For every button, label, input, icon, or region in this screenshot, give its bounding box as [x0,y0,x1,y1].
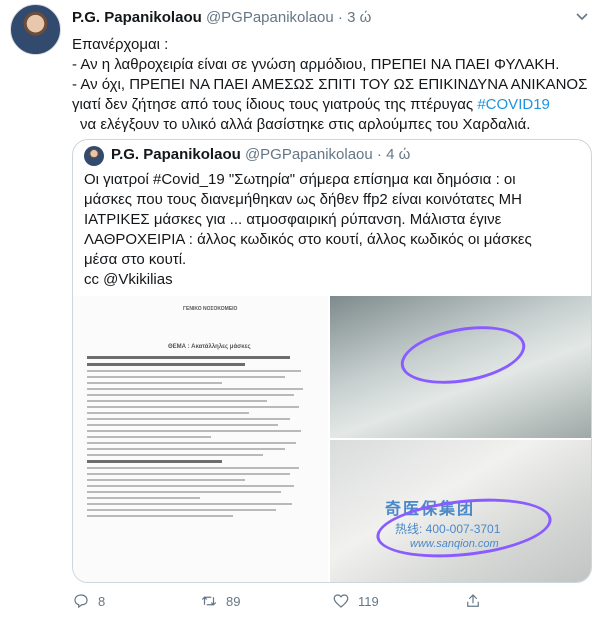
doc-subject: ΘΕΜΑ : Ακατάλληλες μάσκες [168,344,251,350]
share-icon [467,594,479,607]
share-button[interactable] [464,592,482,610]
quoted-text: Οι γιατροί #Covid_19 "Σωτηρία" σήμερα επ… [84,170,584,290]
author-name[interactable]: P.G. Papanikolaou [72,9,202,26]
quoted-line: cc @Vkikilias [84,271,173,288]
tweet-line: - Αν η λαθροχειρία είναι σε γνώση αρμόδι… [72,56,560,73]
author-handle[interactable]: @PGPapanikolaou [206,9,334,26]
tweet-line-text: γιατί δεν ζήτησε από τους ίδιους τους γι… [72,96,478,113]
quoted-line: μέσα στο κουτί. [84,251,187,268]
tweet-header: P.G. Papanikolaou @PGPapanikolaou · 3 ώ [72,9,371,26]
mask-box-photo[interactable] [330,296,591,438]
hashtag-link[interactable]: #COVID19 [477,96,550,113]
quoted-line: μάσκες που τους διανεμήθηκαν ως δήθεν ff… [84,191,522,208]
quoted-avatar [84,146,104,166]
retweet-button[interactable]: 89 [200,592,240,610]
mask-package-photo[interactable]: 奇医保集团 热线: 400-007-3701 www.sanqion.com [330,440,591,582]
quoted-tweet[interactable]: P.G. Papanikolaou @PGPapanikolaou · 4 ώ … [72,139,592,583]
tweet-line: γιατί δεν ζήτησε από τους ίδιους τους γι… [72,95,592,115]
like-button[interactable]: 119 [332,592,379,610]
separator: · [337,9,343,26]
media-grid: ΓΕΝΙΚΟ ΝΟΣΟΚΟΜΕΙΟ ΘΕΜΑ : Ακατάλληλες μάσ… [73,296,591,582]
document-lines [87,356,312,521]
quoted-line: Οι γιατροί #Covid_19 "Σωτηρία" σήμερα επ… [84,171,516,188]
quoted-line: ΛΑΘΡΟΧΕΙΡΙΑ : άλλος κωδικός στο κουτί, ά… [84,231,532,248]
quoted-author-name: P.G. Papanikolaou [111,146,241,163]
quoted-author-handle: @PGPapanikolaou [244,146,373,163]
tweet-line: να ελέγξουν το υλικό αλλά βασίστηκε στις… [80,116,531,133]
doc-hospital: ΓΕΝΙΚΟ ΝΟΣΟΚΟΜΕΙΟ [183,306,238,312]
timestamp[interactable]: 3 ώ [347,9,371,26]
reply-icon [74,594,88,609]
quoted-line: ΙΑΤΡΙΚΕΣ μάσκες για ... ατμοσφαιρική ρύπ… [84,211,502,228]
tweet-line: - Αν όχι, ΠΡΕΠΕΙ ΝΑ ΠΑΕΙ ΑΜΕΣΩΣ ΣΠΙΤΙ ΤΟ… [72,76,588,93]
separator: · [376,146,382,163]
reply-button[interactable]: 8 [72,592,105,610]
tweet-line: Επανέρχομαι : [72,36,169,53]
chevron-down-icon[interactable] [574,8,590,24]
tweet-text: Επανέρχομαι : - Αν η λαθροχειρία είναι σ… [72,35,592,135]
quoted-header: P.G. Papanikolaou @PGPapanikolaou · 4 ώ [111,146,410,163]
heart-icon [333,594,349,608]
quoted-timestamp: 4 ώ [386,146,411,163]
document-image[interactable]: ΓΕΝΙΚΟ ΝΟΣΟΚΟΜΕΙΟ ΘΕΜΑ : Ακατάλληλες μάσ… [73,296,330,582]
avatar[interactable] [10,4,61,55]
action-bar: 8 89 119 [72,592,592,614]
like-count: 119 [358,593,379,609]
retweet-count: 89 [226,593,241,609]
highlight-circle [396,317,530,393]
retweet-icon [201,596,217,606]
reply-count: 8 [98,593,106,609]
tweet: P.G. Papanikolaou @PGPapanikolaou · 3 ώ … [0,0,608,625]
